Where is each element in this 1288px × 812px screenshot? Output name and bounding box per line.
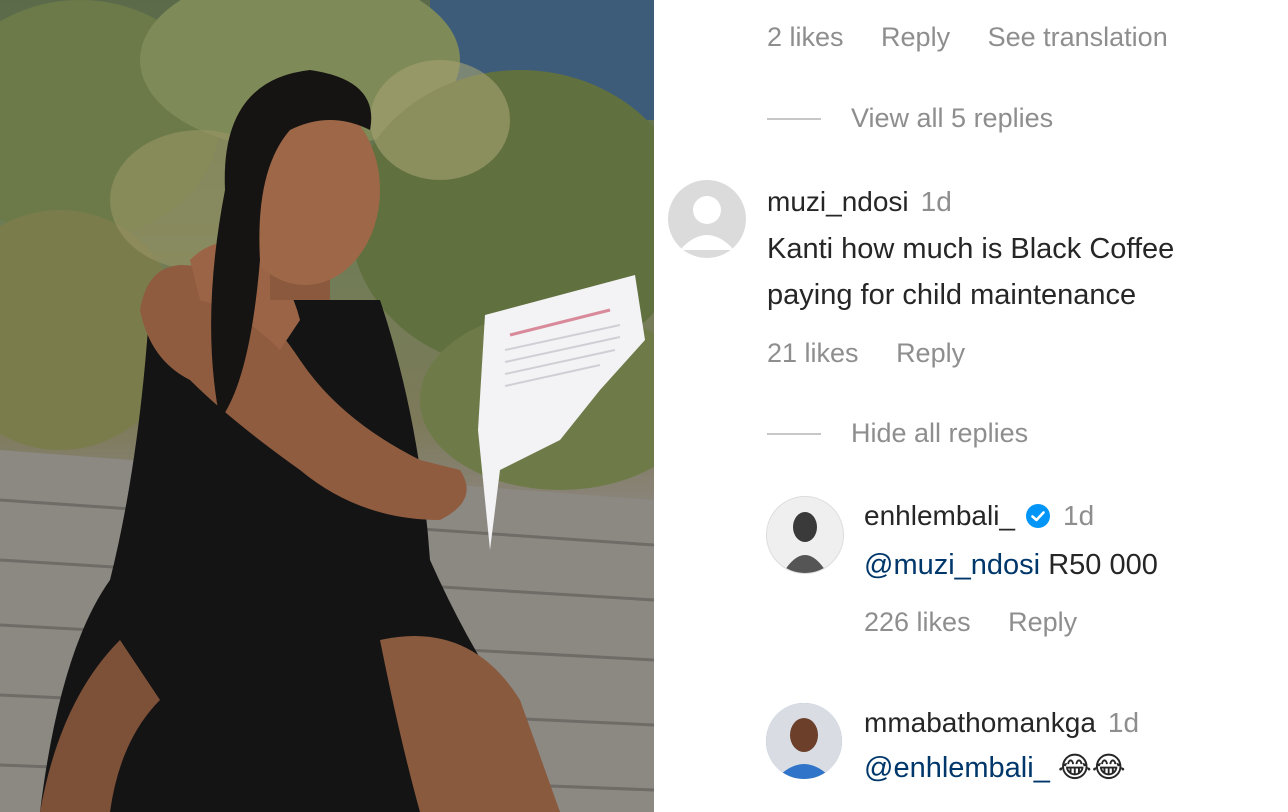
view-replies-toggle[interactable]: View all 5 replies <box>767 103 1053 134</box>
photo-scene <box>0 0 654 812</box>
username-link[interactable]: mmabathomankga <box>864 707 1096 739</box>
comment-actions: 226 likes Reply <box>864 607 1107 638</box>
comment-text-line: Kanti how much is Black Coffee <box>767 233 1175 265</box>
thread-rule <box>767 117 821 120</box>
mention-link[interactable]: @enhlembali_ <box>864 752 1050 784</box>
likes-count[interactable]: 21 likes <box>767 338 859 368</box>
username-link[interactable]: muzi_ndosi <box>767 186 909 218</box>
timestamp[interactable]: 1d <box>921 186 952 218</box>
default-avatar-icon[interactable] <box>668 180 746 258</box>
avatar-silhouette <box>680 196 734 250</box>
thread-rule <box>767 432 821 435</box>
reply-button[interactable]: Reply <box>896 338 965 368</box>
comment-actions: 21 likes Reply <box>767 338 995 369</box>
mention-link[interactable]: @muzi_ndosi <box>864 549 1040 581</box>
hide-replies-toggle[interactable]: Hide all replies <box>767 418 1028 449</box>
likes-count[interactable]: 226 likes <box>864 607 971 637</box>
see-translation-button[interactable]: See translation <box>988 22 1168 52</box>
username-link[interactable]: enhlembali_ <box>864 500 1015 532</box>
avatar[interactable] <box>766 496 844 574</box>
reply-button[interactable]: Reply <box>1008 607 1077 637</box>
comment-text: Kanti how much is Black Coffee paying fo… <box>767 226 1174 318</box>
post-photo <box>0 0 654 812</box>
comment-text: @enhlembali_ 😂😂 <box>864 745 1126 791</box>
comment-header: mmabathomankga 1d <box>864 707 1139 739</box>
timestamp[interactable]: 1d <box>1108 707 1139 739</box>
comment-header: enhlembali_ 1d <box>864 500 1094 532</box>
likes-count[interactable]: 2 likes <box>767 22 844 52</box>
verified-badge-icon <box>1026 504 1050 528</box>
hide-replies-label: Hide all replies <box>851 418 1029 448</box>
comment-text-content: 😂😂 <box>1057 752 1126 784</box>
comment-actions: 2 likes Reply See translation <box>767 22 1198 53</box>
comment-text-line: paying for child maintenance <box>767 279 1137 311</box>
avatar[interactable] <box>766 703 842 779</box>
comment-text-content: R50 000 <box>1048 549 1158 581</box>
view-replies-label: View all 5 replies <box>851 103 1054 133</box>
comment-header: muzi_ndosi 1d <box>767 186 952 218</box>
timestamp[interactable]: 1d <box>1063 500 1094 532</box>
avatar-image <box>767 497 843 573</box>
avatar-image <box>766 703 842 779</box>
reply-button[interactable]: Reply <box>881 22 950 52</box>
comment-text: @muzi_ndosi R50 000 <box>864 542 1158 588</box>
comments-panel: 2 likes Reply See translation View all 5… <box>654 0 1288 812</box>
